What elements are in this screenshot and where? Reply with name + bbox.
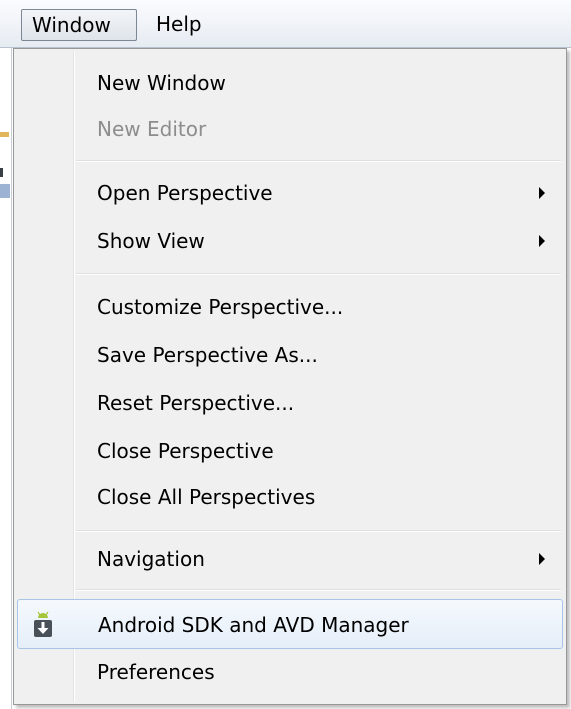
menu-item-customize-perspective[interactable]: Customize Perspective...	[17, 282, 563, 332]
menu-item-show-view[interactable]: Show View	[17, 216, 563, 266]
background-icon-fragment	[0, 168, 3, 177]
menu-item-label: Navigation	[97, 547, 205, 571]
window-dropdown-menu: New Window New Editor Open Perspective S…	[13, 48, 567, 705]
menu-item-label: Close All Perspectives	[97, 485, 316, 509]
menu-item-save-perspective-as[interactable]: Save Perspective As...	[17, 330, 563, 380]
menu-separator	[76, 160, 561, 162]
submenu-arrow-icon	[539, 235, 545, 247]
menu-item-close-all-perspectives[interactable]: Close All Perspectives	[17, 472, 563, 522]
menu-item-label: Reset Perspective...	[97, 391, 295, 415]
menu-item-new-editor: New Editor	[17, 104, 563, 154]
menu-item-label: Customize Perspective...	[97, 295, 344, 319]
menu-separator	[76, 589, 561, 591]
submenu-arrow-icon	[539, 553, 545, 565]
android-sdk-icon	[34, 611, 52, 637]
menu-item-reset-perspective[interactable]: Reset Perspective...	[17, 378, 563, 428]
menu-item-navigation[interactable]: Navigation	[17, 534, 563, 584]
menu-separator	[76, 530, 561, 532]
menu-item-label: Open Perspective	[97, 181, 273, 205]
background-toolbar-fragment	[0, 132, 9, 137]
menu-item-new-window[interactable]: New Window	[17, 58, 563, 108]
menubar-help[interactable]: Help	[148, 9, 210, 41]
menu-item-preferences[interactable]: Preferences	[17, 647, 563, 697]
menu-item-label: New Window	[97, 71, 226, 95]
background-tab-fragment	[0, 184, 10, 198]
menu-item-open-perspective[interactable]: Open Perspective	[17, 168, 563, 218]
submenu-arrow-icon	[539, 187, 545, 199]
menu-separator	[76, 273, 561, 275]
menu-item-label: Close Perspective	[97, 439, 274, 463]
menubar-window[interactable]: Window	[21, 9, 137, 41]
menu-item-close-perspective[interactable]: Close Perspective	[17, 426, 563, 476]
menu-item-label: Show View	[97, 229, 205, 253]
menu-item-android-sdk-avd-manager[interactable]: Android SDK and AVD Manager	[17, 599, 563, 649]
menu-item-label: Android SDK and AVD Manager	[98, 613, 409, 637]
menu-bar: Window Help	[0, 0, 571, 48]
menu-item-label: Preferences	[97, 660, 215, 684]
background-window-edge	[0, 48, 12, 709]
menu-item-label: New Editor	[97, 117, 207, 141]
menu-item-label: Save Perspective As...	[97, 343, 318, 367]
